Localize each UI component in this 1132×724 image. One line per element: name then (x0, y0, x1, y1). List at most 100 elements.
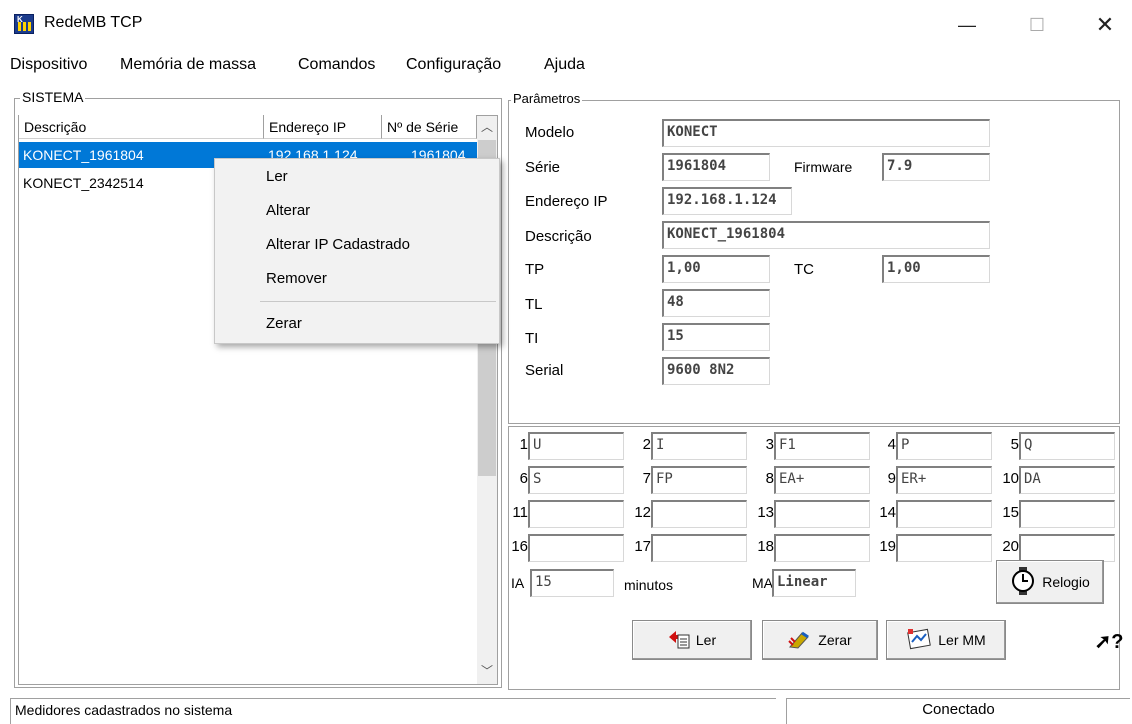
serial-label: Serial (525, 362, 564, 379)
context-help-icon[interactable]: ➚? (1092, 626, 1126, 660)
ma-field[interactable]: Linear (772, 569, 856, 597)
cell-descricao: KONECT_1961804 (23, 147, 144, 163)
channel-field[interactable] (651, 534, 747, 562)
menu-ajuda[interactable]: Ajuda (544, 56, 585, 74)
channel-field[interactable]: P (896, 432, 992, 460)
channel-field[interactable]: ER+ (896, 466, 992, 494)
channel-field[interactable] (1019, 534, 1115, 562)
channel-number: 19 (879, 538, 896, 555)
channel-number: 12 (634, 504, 651, 521)
scroll-down-icon[interactable]: ﹀ (477, 660, 497, 682)
column-header-ip[interactable]: Endereço IP (264, 115, 382, 139)
channel-field[interactable] (651, 500, 747, 528)
context-menu-remover[interactable]: Remover (266, 270, 327, 287)
channel-number: 13 (757, 504, 774, 521)
menu-dispositivo[interactable]: Dispositivo (10, 56, 87, 74)
window-title: RedeMB TCP (44, 14, 143, 31)
connection-status: Conectado (786, 698, 1130, 724)
channel-number: 15 (1002, 504, 1019, 521)
eraser-icon (788, 629, 812, 652)
menu-comandos[interactable]: Comandos (298, 56, 375, 74)
tc-label: TC (794, 261, 814, 278)
channel-number: 20 (1002, 538, 1019, 555)
channel-field[interactable] (1019, 500, 1115, 528)
context-menu-alterar[interactable]: Alterar (266, 202, 310, 219)
minimize-button[interactable]: — (944, 10, 990, 40)
tc-field[interactable]: 1,00 (882, 255, 990, 283)
context-menu-zerar[interactable]: Zerar (266, 315, 302, 332)
close-button[interactable]: ✕ (1082, 10, 1128, 40)
tl-label: TL (525, 296, 543, 313)
firmware-field[interactable]: 7.9 (882, 153, 990, 181)
channel-field[interactable]: S (528, 466, 624, 494)
help-label: ➚? (1094, 631, 1124, 653)
column-header-serie[interactable]: Nº de Série (382, 115, 477, 139)
channel-number: 8 (765, 470, 774, 487)
endereco-ip-label: Endereço IP (525, 193, 608, 210)
channel-number: 5 (1010, 436, 1019, 453)
channel-number: 16 (511, 538, 528, 555)
channel-field[interactable]: U (528, 432, 624, 460)
app-icon: K (14, 14, 34, 34)
channel-number: 2 (642, 436, 651, 453)
context-menu-ler[interactable]: Ler (266, 168, 288, 185)
maximize-button[interactable]: ☐ (1014, 10, 1060, 40)
system-group-title: SISTEMA (20, 89, 86, 105)
zerar-button[interactable]: Zerar (762, 620, 878, 660)
modelo-label: Modelo (525, 124, 575, 141)
channel-field[interactable]: EA+ (774, 466, 870, 494)
modelo-field[interactable]: KONECT (662, 119, 990, 147)
channel-field[interactable]: DA (1019, 466, 1115, 494)
context-menu-alterar-ip[interactable]: Alterar IP Cadastrado (266, 236, 410, 253)
channel-number: 4 (887, 436, 896, 453)
channel-field[interactable] (774, 500, 870, 528)
channel-number: 3 (765, 436, 774, 453)
memory-read-icon (906, 628, 932, 653)
channel-field[interactable]: F1 (774, 432, 870, 460)
ler-button[interactable]: Ler (632, 620, 752, 660)
firmware-label: Firmware (794, 159, 853, 175)
parameters-group-title: Parâmetros (511, 91, 583, 106)
channel-number: 6 (519, 470, 528, 487)
menu-memoria-de-massa[interactable]: Memória de massa (120, 56, 256, 74)
channel-field[interactable] (774, 534, 870, 562)
channel-number: 18 (757, 538, 774, 555)
ma-label: MA (752, 575, 773, 591)
channel-number: 1 (519, 436, 528, 453)
ia-field[interactable]: 15 (530, 569, 614, 597)
ia-label: IA (511, 575, 525, 591)
channel-field[interactable] (528, 500, 624, 528)
ti-field[interactable]: 15 (662, 323, 770, 351)
ti-label: TI (525, 330, 539, 347)
channel-number: 10 (1002, 470, 1019, 487)
status-message: Medidores cadastrados no sistema (10, 698, 776, 724)
scroll-up-icon[interactable]: ︿ (477, 116, 497, 138)
tp-field[interactable]: 1,00 (662, 255, 770, 283)
channel-field[interactable]: FP (651, 466, 747, 494)
descricao-field[interactable]: KONECT_1961804 (662, 221, 990, 249)
relogio-label: Relogio (1042, 574, 1090, 590)
serie-label: Série (525, 159, 561, 176)
minutos-label: minutos (624, 577, 674, 593)
channel-number: 17 (634, 538, 651, 555)
parameters-group (508, 100, 1120, 424)
cell-descricao: KONECT_2342514 (23, 175, 144, 191)
serie-field[interactable]: 1961804 (662, 153, 770, 181)
ip-field[interactable]: 192.168.1.124 (662, 187, 792, 215)
channel-field[interactable]: I (651, 432, 747, 460)
read-icon (668, 629, 690, 652)
column-header-descricao[interactable]: Descrição (19, 115, 264, 139)
ler-mm-label: Ler MM (938, 632, 986, 648)
ler-mm-button[interactable]: Ler MM (886, 620, 1006, 660)
tl-field[interactable]: 48 (662, 289, 770, 317)
channel-field[interactable] (896, 500, 992, 528)
context-menu-separator (260, 301, 496, 302)
serial-field[interactable]: 9600 8N2 (662, 357, 770, 385)
channel-field[interactable] (528, 534, 624, 562)
menu-configuracao[interactable]: Configuração (406, 56, 501, 74)
channel-field[interactable] (896, 534, 992, 562)
relogio-button[interactable]: Relogio (996, 560, 1104, 604)
zerar-label: Zerar (818, 632, 852, 648)
tp-label: TP (525, 261, 545, 278)
channel-field[interactable]: Q (1019, 432, 1115, 460)
